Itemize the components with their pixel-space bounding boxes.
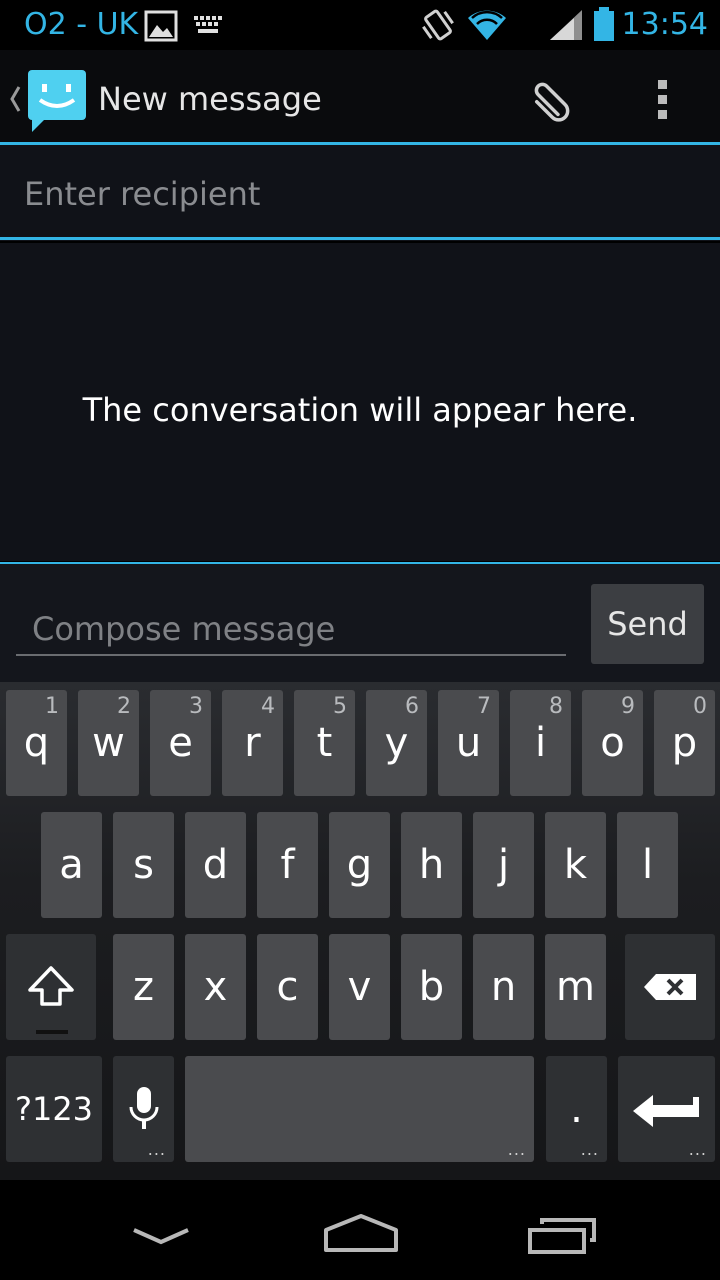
attach-icon <box>534 82 570 122</box>
key-q[interactable]: 1q <box>6 690 67 796</box>
nav-back-button[interactable] <box>118 1200 204 1270</box>
microphone-icon <box>129 1087 158 1129</box>
key-p[interactable]: 0p <box>654 690 715 796</box>
shift-icon <box>28 966 74 1006</box>
space-key[interactable]: ... <box>185 1056 534 1162</box>
key-y[interactable]: 6y <box>366 690 427 796</box>
backspace-icon <box>644 974 696 1000</box>
battery-icon <box>594 7 614 41</box>
key-m[interactable]: m <box>545 934 606 1040</box>
soft-keyboard: 1q 2w 3e 4r 5t 6y 7u 8i 9o 0p a s d f g … <box>0 682 720 1180</box>
key-d[interactable]: d <box>185 812 246 918</box>
compose-message-input[interactable] <box>16 604 566 656</box>
key-w[interactable]: 2w <box>78 690 139 796</box>
key-g[interactable]: g <box>329 812 390 918</box>
home-nav-icon <box>324 1214 398 1252</box>
key-a[interactable]: a <box>41 812 102 918</box>
keyboard-notification-icon <box>194 16 222 33</box>
key-c[interactable]: c <box>257 934 318 1040</box>
empty-conversation-text: The conversation will appear here. <box>82 391 638 429</box>
back-icon <box>10 86 21 112</box>
key-h[interactable]: h <box>401 812 462 918</box>
key-b[interactable]: b <box>401 934 462 1040</box>
messaging-app-icon <box>28 70 86 132</box>
key-e[interactable]: 3e <box>150 690 211 796</box>
enter-icon <box>632 1095 699 1127</box>
key-z[interactable]: z <box>113 934 174 1040</box>
send-button[interactable]: Send <box>591 584 704 664</box>
attach-button[interactable] <box>520 66 584 134</box>
voice-input-key[interactable]: ... <box>113 1056 174 1162</box>
enter-key[interactable]: ... <box>618 1056 715 1162</box>
key-n[interactable]: n <box>473 934 534 1040</box>
key-u[interactable]: 7u <box>438 690 499 796</box>
vibrate-icon <box>422 9 454 41</box>
page-title: New message <box>98 80 322 118</box>
key-o[interactable]: 9o <box>582 690 643 796</box>
overflow-menu-icon <box>658 80 667 119</box>
image-notification-icon <box>144 10 178 42</box>
recipient-input[interactable] <box>0 150 720 240</box>
shift-key[interactable] <box>6 934 96 1040</box>
nav-recents-button[interactable] <box>518 1200 604 1270</box>
key-j[interactable]: j <box>473 812 534 918</box>
key-l[interactable]: l <box>617 812 678 918</box>
clock: 13:54 <box>621 7 708 42</box>
key-r[interactable]: 4r <box>222 690 283 796</box>
overflow-menu-button[interactable] <box>640 66 688 134</box>
signal-icon <box>550 10 582 40</box>
backspace-key[interactable] <box>625 934 715 1040</box>
up-navigation-button[interactable] <box>4 66 94 134</box>
back-nav-icon <box>133 1228 189 1245</box>
recents-nav-icon <box>528 1218 596 1254</box>
period-key[interactable]: . ... <box>546 1056 607 1162</box>
key-t[interactable]: 5t <box>294 690 355 796</box>
key-i[interactable]: 8i <box>510 690 571 796</box>
key-k[interactable]: k <box>545 812 606 918</box>
key-x[interactable]: x <box>185 934 246 1040</box>
nav-home-button[interactable] <box>318 1200 404 1270</box>
key-v[interactable]: v <box>329 934 390 1040</box>
wifi-icon <box>468 10 506 40</box>
symbols-key[interactable]: ?123 <box>6 1056 102 1162</box>
carrier-name: O2 - UK <box>24 7 139 42</box>
key-f[interactable]: f <box>257 812 318 918</box>
key-s[interactable]: s <box>113 812 174 918</box>
